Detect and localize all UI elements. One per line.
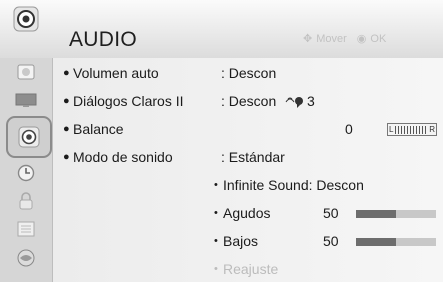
dialogos-claros-level: 3 [307, 93, 315, 109]
menu-item-modo-de-sonido[interactable]: ● Modo de sonido : Estándar [53, 149, 443, 175]
bullet: ● [63, 95, 70, 107]
dialogos-claros-label: Diálogos Claros II [73, 93, 184, 109]
sidebar-item-picture[interactable] [0, 58, 52, 86]
infinite-sound-label: Infinite Sound: Descon [223, 177, 364, 193]
menu-item-volumen-auto[interactable]: ● Volumen auto : Descon [53, 65, 443, 91]
dialogos-claros-value: : Descon [221, 93, 277, 109]
bajos-value: 50 [323, 233, 339, 249]
menu-item-infinite-sound[interactable]: • Infinite Sound: Descon [53, 177, 443, 203]
agudos-value: 50 [323, 205, 339, 221]
modo-de-sonido-label: Modo de sonido [73, 149, 173, 165]
network-icon [17, 249, 35, 267]
bajos-label: Bajos [223, 233, 259, 249]
bajos-level-fill [356, 238, 396, 246]
bullet: • [214, 235, 218, 247]
bullet: • [214, 263, 218, 275]
menu-item-dialogos-claros[interactable]: ● Diálogos Claros II : Descon 3 [53, 93, 443, 119]
balance-left-label: L [389, 125, 394, 134]
volumen-auto-label: Volumen auto [73, 65, 159, 81]
agudos-level-fill [356, 210, 396, 218]
picture-icon [17, 64, 35, 80]
category-sidebar [0, 58, 53, 282]
speaker-icon [18, 126, 40, 148]
page-title: AUDIO [69, 28, 138, 51]
balance-value: 0 [345, 121, 353, 137]
voice-icon [285, 95, 305, 112]
modo-de-sonido-value: : Estándar [221, 149, 285, 165]
menu-item-reajuste[interactable]: • Reajuste [53, 261, 443, 282]
move-arrows-icon: ✥ [303, 33, 313, 45]
navigation-hint: ✥ Mover ◉ OK [303, 32, 390, 46]
balance-ticks [395, 125, 428, 134]
sidebar-item-screen[interactable] [0, 86, 52, 114]
hint-move-label: Mover [316, 32, 347, 45]
menu-item-bajos[interactable]: • Bajos 50 [53, 233, 443, 259]
lock-icon [19, 192, 33, 210]
bullet: ● [63, 123, 70, 135]
volumen-auto-value: : Descon [221, 65, 277, 81]
balance-label: Balance [73, 121, 124, 137]
sidebar-item-time[interactable] [0, 159, 52, 187]
agudos-label: Agudos [223, 205, 271, 221]
sidebar-item-audio[interactable] [6, 116, 52, 158]
options-icon [17, 221, 35, 237]
bullet: ● [63, 67, 70, 79]
audio-menu-screen: AUDIO ✥ Mover ◉ OK ● Volumen auto: Desc… [0, 0, 443, 282]
agudos-slider[interactable] [356, 210, 436, 218]
menu-header: AUDIO ✥ Mover ◉ OK [0, 0, 443, 59]
clock-icon [17, 164, 35, 182]
sidebar-item-lock[interactable] [0, 187, 52, 215]
sidebar-item-options[interactable] [0, 215, 52, 243]
ok-button-icon: ◉ [356, 33, 367, 45]
audio-settings-list: ● Volumen auto : Descon ● Diálogos Claro… [53, 58, 443, 282]
bullet: • [214, 179, 218, 191]
menu-item-balance[interactable]: ● Balance 0 L R [53, 121, 443, 147]
bajos-slider[interactable] [356, 238, 436, 246]
menu-item-agudos[interactable]: • Agudos 50 [53, 205, 443, 231]
reajuste-label: Reajuste [223, 261, 279, 277]
bullet: • [214, 207, 218, 219]
sidebar-item-network[interactable] [0, 244, 52, 272]
balance-slider[interactable]: L R [387, 123, 437, 136]
hint-ok-label: OK [370, 32, 387, 45]
balance-right-label: R [429, 125, 435, 134]
screen-icon [15, 93, 37, 107]
bullet: ● [63, 151, 70, 163]
speaker-icon [13, 6, 39, 37]
